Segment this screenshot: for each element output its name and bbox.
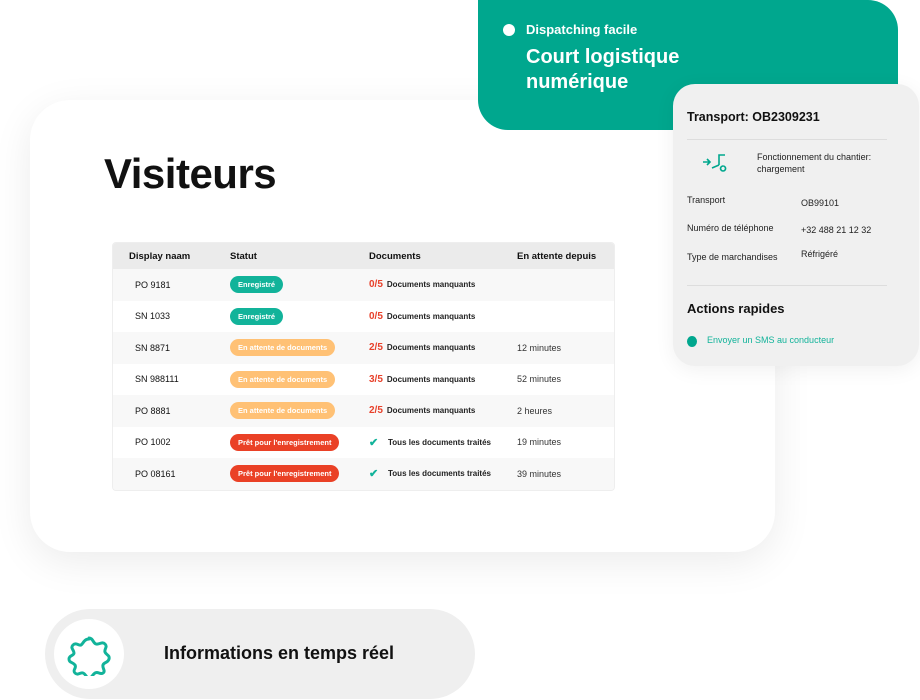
visitor-name: PO 9181 xyxy=(135,279,171,290)
field-label: Type de marchandises xyxy=(687,252,778,262)
table-row[interactable]: PO 9181 Enregistré 0/5 Documents manquant… xyxy=(113,269,614,301)
operation-text: Fonctionnement du chantier: chargement xyxy=(757,151,871,175)
loading-truck-icon xyxy=(703,154,727,172)
table-row[interactable]: PO 08161 Prêt pour l'enregistrement ✔ Tou… xyxy=(113,458,614,490)
waiting-time: 12 minutes xyxy=(517,342,562,353)
field-label: Numéro de téléphone xyxy=(687,223,774,233)
visitors-card: Visiteurs Display naam Statut Documents … xyxy=(30,100,775,552)
docs-status: Documents manquants xyxy=(386,374,476,384)
status-badge: En attente de documents xyxy=(230,402,336,420)
visitor-name: SN 988111 xyxy=(135,374,179,385)
docs-status: Documents manquants xyxy=(386,311,476,321)
field-value: +32 488 21 12 32 xyxy=(801,225,872,235)
status-badge: En attente de documents xyxy=(230,370,336,388)
visitors-table: Display naam Statut Documents En attente… xyxy=(112,242,615,491)
bullet-icon xyxy=(503,24,515,36)
waiting-time: 39 minutes xyxy=(517,468,562,479)
table-row[interactable]: SN 1033 Enregistré 0/5 Documents manquant… xyxy=(113,301,614,333)
docs-count: 3/5 xyxy=(369,373,383,385)
visitor-name: SN 8871 xyxy=(135,342,171,353)
status-badge: Prêt pour l'enregistrement xyxy=(230,465,340,483)
transport-title: Transport: OB2309231 xyxy=(687,110,820,124)
docs-status: Tous les documents traités xyxy=(388,437,491,447)
check-icon: ✔ xyxy=(369,436,379,449)
operation-value: chargement xyxy=(757,164,805,174)
waiting-time: 19 minutes xyxy=(517,437,562,448)
sms-dot-icon xyxy=(687,336,697,347)
feature-icon-circle xyxy=(54,619,124,689)
status-badge: Enregistré xyxy=(230,276,284,294)
status-badge: Enregistré xyxy=(230,307,284,325)
table-row[interactable]: PO 8881 En attente de documents 2/5 Docum… xyxy=(113,395,614,427)
visitor-name: PO 1002 xyxy=(135,437,171,448)
waiting-time: 2 heures xyxy=(517,405,553,416)
feature-pill: Informations en temps réel xyxy=(45,609,475,699)
table-header: Display naam Statut Documents En attente… xyxy=(113,243,614,269)
send-sms-link[interactable]: Envoyer un SMS au conducteur xyxy=(707,335,834,345)
status-badge: Prêt pour l'enregistrement xyxy=(230,433,340,451)
docs-count: 0/5 xyxy=(369,279,383,291)
visitor-name: SN 1033 xyxy=(135,311,171,322)
transport-panel: Transport: OB2309231 Fonctionnement du c… xyxy=(673,84,919,366)
waiting-time: 52 minutes xyxy=(517,374,562,385)
column-header: Display naam xyxy=(129,250,191,262)
promo-subtitle: Dispatching facile xyxy=(526,22,638,37)
field-value: Réfrigéré xyxy=(801,249,839,259)
docs-count: 2/5 xyxy=(369,342,383,354)
visitor-name: PO 08161 xyxy=(135,468,176,479)
docs-status: Tous les documents traités xyxy=(388,469,491,479)
promo-title-line: numérique xyxy=(526,71,629,93)
operation-label: Fonctionnement du chantier: xyxy=(757,152,872,162)
promo-title-line: Court logistique xyxy=(526,46,680,68)
column-header: Documents xyxy=(369,250,421,262)
field-value: OB99101 xyxy=(801,198,840,208)
divider xyxy=(687,139,887,140)
actions-title: Actions rapides xyxy=(687,301,785,316)
docs-count: 2/5 xyxy=(369,405,383,417)
table-row[interactable]: PO 1002 Prêt pour l'enregistrement ✔ Tous… xyxy=(113,427,614,459)
gear-icon xyxy=(67,636,111,676)
column-header: En attente depuis xyxy=(517,250,597,262)
column-header: Statut xyxy=(230,250,257,262)
visitor-name: PO 8881 xyxy=(135,405,171,416)
docs-status: Documents manquants xyxy=(386,280,476,290)
table-row[interactable]: SN 988111 En attente de documents 3/5 Doc… xyxy=(113,364,614,396)
docs-count: 0/5 xyxy=(369,310,383,322)
page-title: Visiteurs xyxy=(104,150,277,197)
docs-status: Documents manquants xyxy=(386,343,476,353)
field-label: Transport xyxy=(687,195,726,205)
docs-status: Documents manquants xyxy=(386,406,476,416)
feature-label: Informations en temps réel xyxy=(164,643,395,663)
status-badge: En attente de documents xyxy=(230,339,336,357)
promo-title: Court logistique numérique xyxy=(526,45,679,95)
divider xyxy=(687,285,887,286)
table-row[interactable]: SN 8871 En attente de documents 2/5 Docum… xyxy=(113,332,614,364)
check-icon: ✔ xyxy=(369,468,379,481)
